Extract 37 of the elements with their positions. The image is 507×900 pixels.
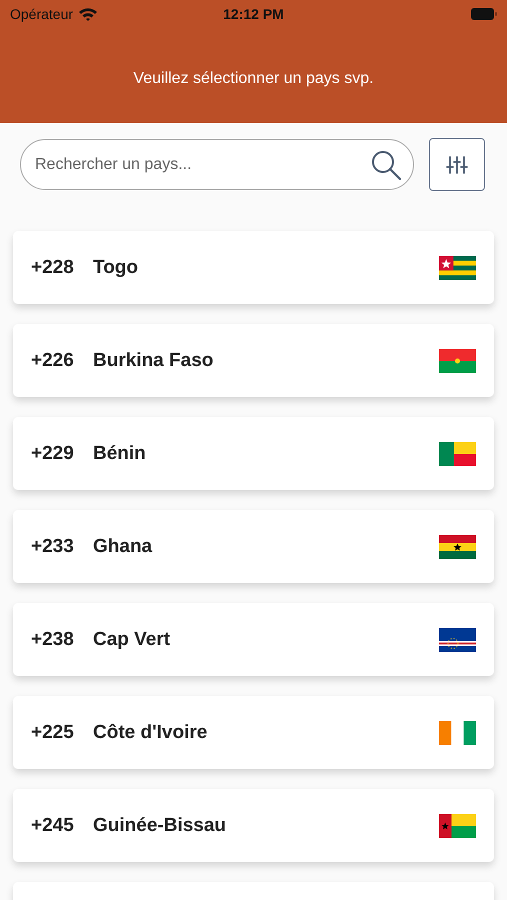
- dial-code: +228: [31, 256, 75, 278]
- country-name: Cap Vert: [93, 628, 172, 650]
- flag-icon: [439, 442, 476, 466]
- country-row[interactable]: +233 Ghana: [13, 510, 494, 583]
- wifi-icon: [78, 7, 98, 21]
- header-title: Veuillez sélectionner un pays svp.: [132, 70, 375, 88]
- dial-code: +225: [31, 722, 75, 744]
- battery-icon: [471, 8, 497, 20]
- country-row[interactable]: +245 Guinée-Bissau: [13, 789, 494, 862]
- flag-icon: [439, 256, 476, 280]
- flag-icon: [439, 720, 476, 744]
- flag-icon: [439, 534, 476, 558]
- country-name: Togo: [93, 256, 140, 278]
- country-row[interactable]: +226 Burkina Faso: [13, 324, 494, 397]
- country-row[interactable]: +229 Bénin: [13, 417, 494, 490]
- filter-button[interactable]: [429, 138, 485, 191]
- sliders-icon: [446, 154, 468, 174]
- search-field[interactable]: Rechercher un pays...: [20, 139, 414, 190]
- status-time: 12:12 PM: [223, 6, 284, 22]
- dial-code: +226: [31, 350, 75, 372]
- dial-code: +238: [31, 628, 75, 650]
- country-name: Burkina Faso: [93, 350, 214, 372]
- country-name: Guinée-Bissau: [93, 814, 228, 836]
- country-row[interactable]: +225 Côte d'Ivoire: [13, 696, 494, 769]
- dial-code: +245: [31, 814, 75, 836]
- country-row[interactable]: +238 Cap Vert: [13, 603, 494, 676]
- flag-icon: [439, 628, 476, 652]
- country-row[interactable]: +228 Togo: [13, 231, 494, 304]
- flag-icon: [439, 348, 476, 372]
- country-name: Côte d'Ivoire: [93, 722, 208, 744]
- country-name: Ghana: [93, 536, 154, 558]
- country-name: Bénin: [93, 442, 147, 464]
- dial-code: +229: [31, 442, 75, 464]
- search-icon: [370, 149, 402, 181]
- flag-icon: [439, 814, 476, 838]
- carrier-name: Opérateur: [10, 6, 74, 22]
- dial-code: +233: [31, 536, 75, 558]
